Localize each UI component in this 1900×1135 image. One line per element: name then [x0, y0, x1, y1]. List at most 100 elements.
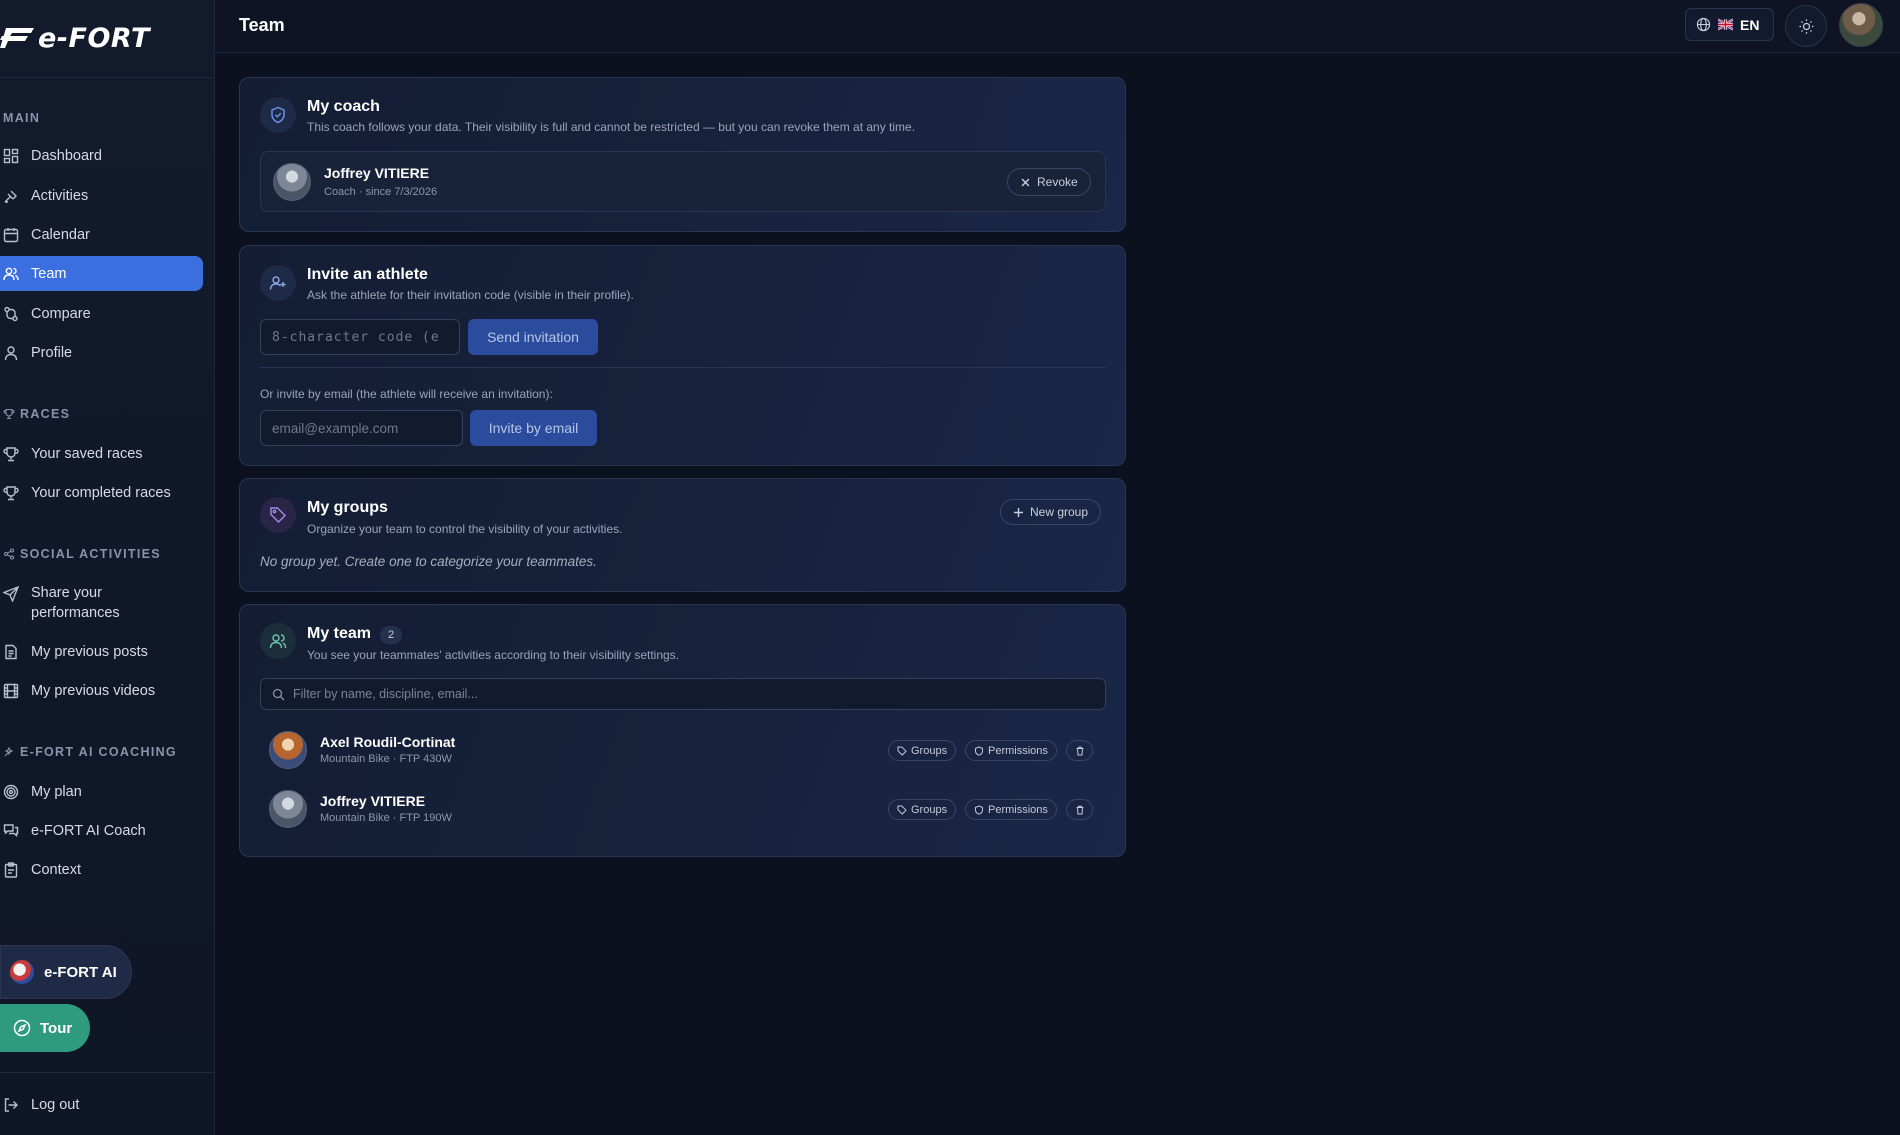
sidebar-item-saved-races[interactable]: Your saved races: [0, 436, 203, 471]
sidebar-item-label: My previous videos: [31, 682, 156, 699]
app-logo[interactable]: e-FORT: [0, 18, 200, 58]
chip-label: Groups: [911, 803, 948, 816]
button-label: Send invitation: [487, 329, 579, 345]
sidebar-item-label: Activities: [31, 187, 89, 204]
section-label-text: RACES: [20, 407, 71, 421]
section-label-coaching: E-FORT AI COACHING: [3, 745, 177, 759]
logout-button[interactable]: Log out: [0, 1087, 203, 1122]
label-line-1: Share your: [31, 585, 102, 601]
uk-flag-icon: [1718, 18, 1733, 31]
chip-label: Groups: [911, 744, 948, 757]
sidebar-item-previous-videos[interactable]: My previous videos: [0, 673, 203, 708]
coach-name: Joffrey VITIERE: [324, 165, 430, 181]
groups-button[interactable]: Groups: [888, 799, 957, 820]
team-card: My team 2 You see your teammates' activi…: [239, 604, 1126, 857]
revoke-button[interactable]: Revoke: [1007, 168, 1091, 196]
sidebar-item-compare[interactable]: Compare: [0, 296, 203, 331]
groups-button[interactable]: Groups: [888, 740, 957, 761]
card-subtitle: This coach follows your data. Their visi…: [307, 120, 916, 134]
sidebar-item-share-performances[interactable]: Share your performances: [0, 579, 203, 623]
card-title: My coach: [307, 98, 380, 115]
sun-icon: [1798, 18, 1814, 34]
sidebar-item-dashboard[interactable]: Dashboard: [0, 138, 203, 173]
card-icon-wrap: [260, 623, 296, 659]
sidebar-item-my-plan[interactable]: My plan: [0, 774, 203, 809]
divider: [0, 1072, 214, 1073]
label-line-2: performances: [31, 605, 120, 621]
team-search-input[interactable]: Filter by name, discipline, email...: [260, 678, 1106, 710]
sidebar-item-ai-coach[interactable]: e-FORT AI Coach: [0, 813, 203, 848]
revoke-label: Revoke: [1037, 175, 1078, 189]
logout-label: Log out: [31, 1096, 80, 1113]
dashboard-icon: [3, 148, 19, 163]
globe-icon: [1696, 17, 1711, 32]
sidebar-item-activities[interactable]: Activities: [0, 178, 203, 213]
permissions-button[interactable]: Permissions: [965, 799, 1057, 820]
section-label-text: SOCIAL ACTIVITIES: [20, 547, 161, 561]
language-selector[interactable]: EN: [1685, 8, 1774, 41]
coach-card: My coach This coach follows your data. T…: [239, 77, 1126, 232]
new-group-button[interactable]: New group: [1000, 499, 1102, 525]
button-label: Invite by email: [488, 420, 579, 436]
chat-icon: [3, 823, 19, 837]
section-label-text: MAIN: [3, 111, 41, 125]
logo-text: e-FORT: [38, 22, 150, 54]
team-count-badge: 2: [380, 626, 402, 644]
share-small-icon: [3, 548, 15, 560]
empty-groups-text: No group yet. Create one to categorize y…: [260, 554, 597, 569]
send-invitation-button[interactable]: Send invitation: [468, 319, 598, 355]
team-icon: [3, 267, 19, 280]
member-name: Axel Roudil-Cortinat: [320, 734, 456, 750]
sidebar-item-label: Compare: [31, 305, 91, 322]
ai-assistant-button[interactable]: e-FORT AI: [0, 945, 132, 999]
delete-member-button[interactable]: [1066, 740, 1093, 761]
tour-button[interactable]: Tour: [0, 1004, 90, 1052]
plus-icon: [1014, 507, 1023, 517]
member-meta: Mountain Bike · FTP 190W: [320, 812, 452, 824]
ai-assistant-label: e-FORT AI: [44, 963, 117, 981]
permissions-button[interactable]: Permissions: [965, 740, 1057, 761]
compass-icon: [13, 1019, 31, 1037]
avatar: [273, 163, 311, 201]
sidebar-item-calendar[interactable]: Calendar: [0, 217, 203, 252]
send-icon: [3, 586, 19, 602]
film-icon: [3, 683, 19, 698]
section-label-text: E-FORT AI COACHING: [20, 745, 177, 759]
logo-mark-icon: [0, 28, 34, 48]
sidebar-item-team[interactable]: Team: [0, 256, 203, 291]
sidebar-item-completed-races[interactable]: Your completed races: [0, 475, 203, 510]
card-icon-wrap: [260, 265, 296, 301]
email-field[interactable]: email@example.com: [260, 410, 463, 446]
input-placeholder: Filter by name, discipline, email...: [293, 687, 478, 701]
theme-toggle-button[interactable]: [1785, 5, 1827, 47]
card-subtitle: You see your teammates' activities accor…: [307, 648, 680, 662]
user-avatar[interactable]: [1839, 3, 1883, 47]
invite-by-email-button[interactable]: Invite by email: [470, 410, 597, 446]
shield-icon: [975, 745, 983, 756]
calendar-icon: [3, 227, 19, 242]
logout-icon: [4, 1097, 18, 1112]
sidebar-item-previous-posts[interactable]: My previous posts: [0, 634, 203, 669]
sidebar-item-label: Team: [31, 265, 67, 282]
invitation-code-input[interactable]: 8-character code (e: [260, 319, 460, 355]
user-plus-icon: [269, 276, 286, 290]
sidebar-item-label: Share your performances: [31, 583, 120, 623]
avatar: [269, 790, 307, 828]
chip-label: Permissions: [988, 803, 1048, 816]
sidebar-item-context[interactable]: Context: [0, 852, 203, 887]
trophy-small-icon: [3, 408, 15, 420]
page-title: Team: [239, 15, 285, 35]
input-placeholder: 8-character code (e: [272, 329, 440, 345]
trash-icon: [1076, 805, 1083, 814]
sidebar: e-FORT MAIN Dashboard Activities Calenda…: [0, 0, 215, 1135]
compare-icon: [4, 306, 18, 321]
card-subtitle: Ask the athlete for their invitation cod…: [307, 288, 634, 302]
sidebar-item-label: Context: [31, 861, 81, 878]
card-title: My team: [307, 625, 372, 642]
delete-member-button[interactable]: [1066, 799, 1093, 820]
sidebar-item-label: Calendar: [31, 226, 90, 243]
sidebar-item-profile[interactable]: Profile: [0, 335, 203, 370]
sidebar-item-label: Profile: [31, 344, 73, 361]
avatar: [269, 731, 307, 769]
team-icon: [269, 634, 287, 649]
